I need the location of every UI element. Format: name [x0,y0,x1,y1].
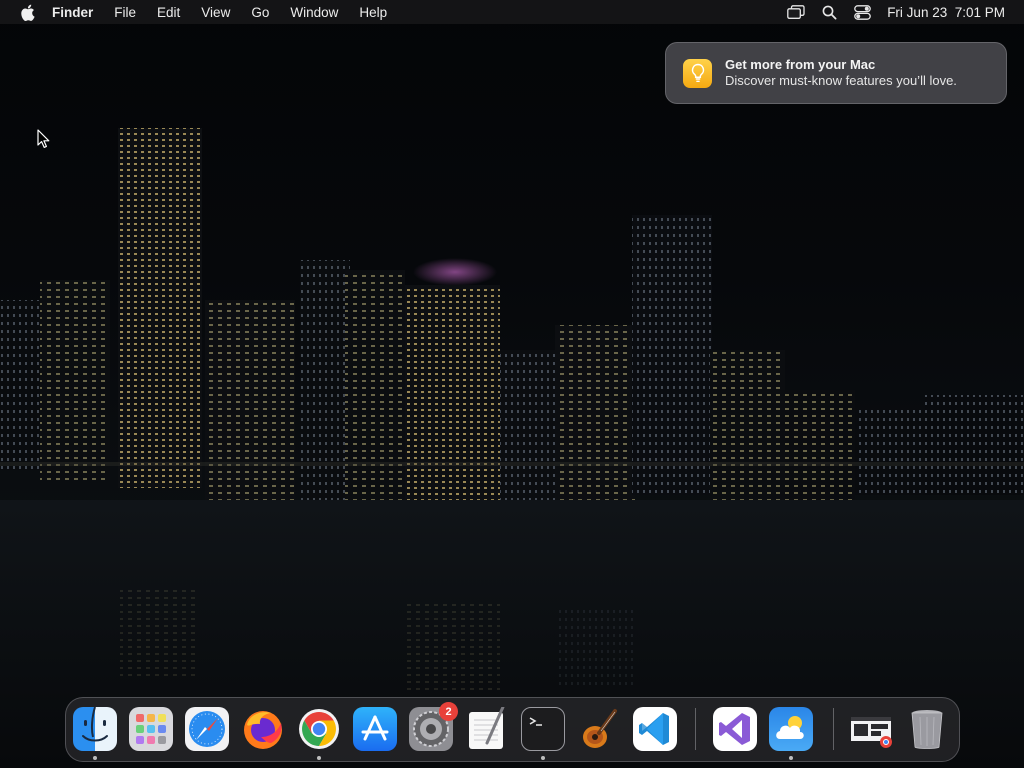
dock-trash[interactable] [904,706,950,752]
dock-system-settings[interactable]: 2 [408,702,458,752]
mouse-pointer-icon [37,129,51,149]
dock-finder[interactable] [72,706,118,752]
lightbulb-icon [683,58,712,88]
menu-edit[interactable]: Edit [157,5,180,20]
dock-separator [695,708,696,750]
app-store-icon [353,707,397,751]
dock-app-store[interactable] [352,706,398,752]
firefox-icon [241,707,285,751]
notification-title: Get more from your Mac [725,57,876,72]
running-indicator-terminal [541,756,545,760]
menu-bar: Finder File Edit View Go Window Help Fri… [0,0,1024,24]
screen-mirroring-icon[interactable] [786,2,806,22]
dock-firefox[interactable] [240,706,286,752]
dock-weather[interactable] [768,706,814,752]
weather-icon [769,707,813,751]
trash-icon [905,707,949,751]
running-indicator-finder [93,756,97,760]
chrome-window-icon [849,707,893,751]
spotlight-search-icon[interactable] [819,2,839,22]
safari-icon [185,707,229,751]
textedit-icon [465,707,509,751]
dock-chrome-window[interactable] [848,706,894,752]
menu-help[interactable]: Help [359,5,387,20]
notification-body: Discover must-know features you’ll love. [725,73,957,88]
garageband-icon [577,707,621,751]
dock-textedit[interactable] [464,706,510,752]
dock-launchpad[interactable] [128,706,174,752]
menu-file[interactable]: File [114,5,136,20]
dock-separator [833,708,834,750]
control-center-icon[interactable] [852,2,872,22]
dock-garageband[interactable] [576,706,622,752]
running-indicator-chrome [317,756,321,760]
desktop-wallpaper [0,0,1024,768]
chrome-icon [297,707,341,751]
terminal-icon [521,707,565,751]
menu-bar-clock[interactable]: Fri Jun 23 7:01 PM [887,5,1005,20]
notification-text: Get more from your Mac Discover must-kno… [725,57,957,89]
dock-vscode[interactable] [632,706,678,752]
visual-studio-icon [713,707,757,751]
menu-go[interactable]: Go [251,5,269,20]
dock-terminal[interactable] [520,706,566,752]
vscode-icon [633,707,677,751]
menu-app-name[interactable]: Finder [52,5,93,20]
menu-view[interactable]: View [201,5,230,20]
notification-count-badge: 2 [439,702,458,721]
running-indicator-weather [789,756,793,760]
dock: 2 [65,697,960,762]
finder-icon [73,707,117,751]
menu-window[interactable]: Window [290,5,338,20]
dock-safari[interactable] [184,706,230,752]
apple-menu-icon[interactable] [18,3,36,21]
dock-chrome[interactable] [296,706,342,752]
city-skyline-wallpaper [0,128,1024,768]
notification-banner[interactable]: Get more from your Mac Discover must-kno… [665,42,1007,104]
launchpad-icon [129,707,173,751]
dock-visual-studio[interactable] [712,706,758,752]
